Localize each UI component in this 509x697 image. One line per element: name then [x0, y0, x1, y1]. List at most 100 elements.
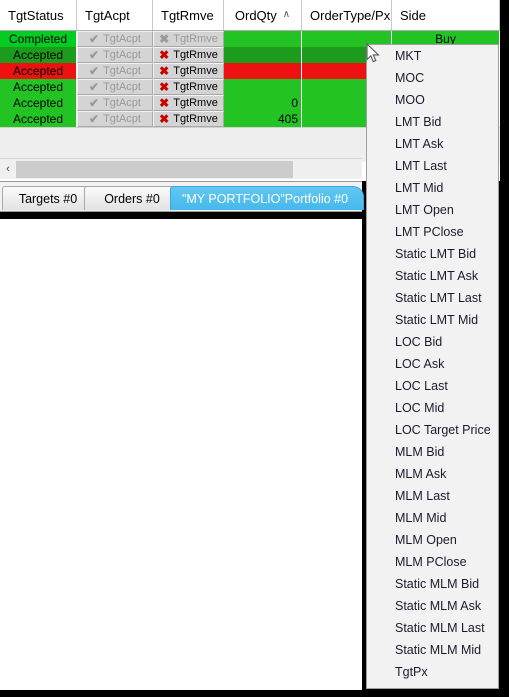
menu-item-lmt-last[interactable]: LMT Last	[367, 155, 498, 177]
menu-item-label: TgtPx	[395, 665, 428, 679]
menu-item-lmt-open[interactable]: LMT Open	[367, 199, 498, 221]
tab-label: Orders #0	[104, 191, 160, 206]
tgtacpt-button-label: TgtAcpt	[103, 48, 141, 61]
menu-item-static-lmt-ask[interactable]: Static LMT Ask	[367, 265, 498, 287]
tgtrmve-button[interactable]: ✖ TgtRmve	[153, 47, 224, 63]
tgtacpt-button-label: TgtAcpt	[103, 80, 141, 93]
menu-item-static-mlm-ask[interactable]: Static MLM Ask	[367, 595, 498, 617]
menu-item-lmt-pclose[interactable]: LMT PClose	[367, 221, 498, 243]
cell-tgtstatus: Accepted	[0, 111, 77, 127]
status-badge: Accepted	[12, 95, 64, 110]
column-header-ordertype-px[interactable]: OrderType/Px	[302, 0, 392, 30]
menu-item-label: MLM PClose	[395, 555, 467, 569]
status-badge: Completed	[8, 31, 68, 46]
column-header-label: OrdQty	[234, 7, 277, 23]
tab-orders[interactable]: Orders #0	[84, 186, 184, 210]
horizontal-scrollbar[interactable]: ‹	[0, 158, 362, 179]
sort-ascending-icon[interactable]: ∧	[283, 10, 290, 20]
tgtrmve-button[interactable]: ✖ TgtRmve	[153, 79, 224, 95]
ordertype-dropdown-menu[interactable]: MKT MOC MOO LMT Bid LMT Ask LMT Last LMT Mid LM…	[366, 44, 499, 689]
tgtacpt-button-label: TgtAcpt	[103, 96, 141, 109]
menu-item-lmt-bid[interactable]: LMT Bid	[367, 111, 498, 133]
menu-item-loc-bid[interactable]: LOC Bid	[367, 331, 498, 353]
menu-item-mlm-last[interactable]: MLM Last	[367, 485, 498, 507]
check-icon: ✔	[89, 63, 100, 78]
grid-header-row: TgtStatus TgtAcpt TgtRmve OrdQty ∧ OrderType/…	[0, 0, 500, 31]
menu-item-static-lmt-mid[interactable]: Static LMT Mid	[367, 309, 498, 331]
menu-item-label: Static LMT Bid	[395, 247, 477, 261]
column-header-ordqty[interactable]: OrdQty ∧	[224, 0, 302, 30]
check-icon: ✔	[89, 79, 100, 94]
menu-item-label: LMT Last	[395, 159, 447, 173]
cell-ordqty[interactable]	[224, 31, 302, 47]
menu-item-mlm-pclose[interactable]: MLM PClose	[367, 551, 498, 573]
tgtrmve-button: ✖ TgtRmve	[153, 31, 224, 47]
tgtrmve-button-label: TgtRmve	[173, 80, 218, 93]
menu-item-loc-last[interactable]: LOC Last	[367, 375, 498, 397]
cell-ordqty[interactable]	[224, 63, 302, 79]
menu-item-mkt[interactable]: MKT	[367, 45, 498, 67]
tgtrmve-button[interactable]: ✖ TgtRmve	[153, 63, 224, 79]
column-header-label: Side	[400, 7, 427, 23]
menu-item-label: Static MLM Ask	[395, 599, 482, 613]
menu-item-label: LOC Mid	[395, 401, 445, 415]
menu-item-mlm-mid[interactable]: MLM Mid	[367, 507, 498, 529]
column-header-tgtrmve[interactable]: TgtRmve	[153, 0, 224, 30]
menu-item-static-mlm-mid[interactable]: Static MLM Mid	[367, 639, 498, 661]
scrollbar-thumb[interactable]	[16, 160, 293, 178]
cell-ordqty[interactable]: 405	[224, 111, 302, 127]
tgtrmve-button[interactable]: ✖ TgtRmve	[153, 95, 224, 111]
column-header-side[interactable]: Side	[392, 0, 500, 30]
column-header-tgtacpt[interactable]: TgtAcpt	[77, 0, 153, 30]
menu-item-moo[interactable]: MOO	[367, 89, 498, 111]
menu-item-label: LOC Target Price	[395, 423, 491, 437]
menu-item-label: MOO	[395, 93, 425, 107]
cross-icon: ✖	[159, 63, 170, 78]
menu-item-mlm-ask[interactable]: MLM Ask	[367, 463, 498, 485]
menu-item-label: MLM Bid	[395, 445, 445, 459]
menu-item-label: Static MLM Bid	[395, 577, 480, 591]
menu-item-loc-ask[interactable]: LOC Ask	[367, 353, 498, 375]
cell-ordqty[interactable]: 0	[224, 95, 302, 111]
tgtrmve-button[interactable]: ✖ TgtRmve	[153, 111, 224, 127]
menu-item-label: MLM Mid	[395, 511, 447, 525]
menu-item-loc-mid[interactable]: LOC Mid	[367, 397, 498, 419]
menu-item-tgtpx[interactable]: TgtPx	[367, 661, 498, 683]
cell-ordqty[interactable]	[224, 79, 302, 95]
tgtacpt-button-label: TgtAcpt	[103, 64, 141, 77]
menu-item-static-lmt-last[interactable]: Static LMT Last	[367, 287, 498, 309]
menu-item-label: MLM Ask	[395, 467, 447, 481]
cross-icon: ✖	[159, 47, 170, 62]
scroll-left-arrow-icon[interactable]: ‹	[0, 160, 16, 178]
menu-item-lmt-ask[interactable]: LMT Ask	[367, 133, 498, 155]
menu-item-static-lmt-bid[interactable]: Static LMT Bid	[367, 243, 498, 265]
status-badge: Accepted	[12, 79, 64, 94]
menu-item-mlm-bid[interactable]: MLM Bid	[367, 441, 498, 463]
tab-label: Targets #0	[18, 191, 78, 206]
menu-item-moc[interactable]: MOC	[367, 67, 498, 89]
menu-item-label: Static LMT Ask	[395, 269, 479, 283]
column-header-tgtstatus[interactable]: TgtStatus	[0, 0, 77, 30]
menu-item-label: LOC Ask	[395, 357, 445, 371]
tab-portfolio[interactable]: "MY PORTFOLIO"Portfolio #0	[170, 186, 364, 210]
tgtrmve-button-label: TgtRmve	[173, 96, 218, 109]
tgtacpt-button: ✔ TgtAcpt	[77, 79, 153, 95]
cell-ordqty[interactable]	[224, 47, 302, 63]
status-badge: Accepted	[12, 111, 64, 126]
menu-item-lmt-mid[interactable]: LMT Mid	[367, 177, 498, 199]
menu-item-label: MKT	[395, 49, 422, 63]
menu-item-label: MLM Last	[395, 489, 450, 503]
cross-icon: ✖	[159, 79, 170, 94]
menu-item-label: LMT Bid	[395, 115, 442, 129]
menu-item-label: Static MLM Last	[395, 621, 485, 635]
cross-icon: ✖	[159, 95, 170, 110]
tgtacpt-button: ✔ TgtAcpt	[77, 111, 153, 127]
tab-label: "MY PORTFOLIO"Portfolio #0	[181, 191, 349, 206]
menu-item-label: MOC	[395, 71, 425, 85]
menu-item-static-mlm-bid[interactable]: Static MLM Bid	[367, 573, 498, 595]
menu-item-loc-target-price[interactable]: LOC Target Price	[367, 419, 498, 441]
menu-item-static-mlm-last[interactable]: Static MLM Last	[367, 617, 498, 639]
menu-item-label: MLM Open	[395, 533, 457, 547]
scrollbar-track[interactable]	[16, 160, 362, 178]
menu-item-mlm-open[interactable]: MLM Open	[367, 529, 498, 551]
